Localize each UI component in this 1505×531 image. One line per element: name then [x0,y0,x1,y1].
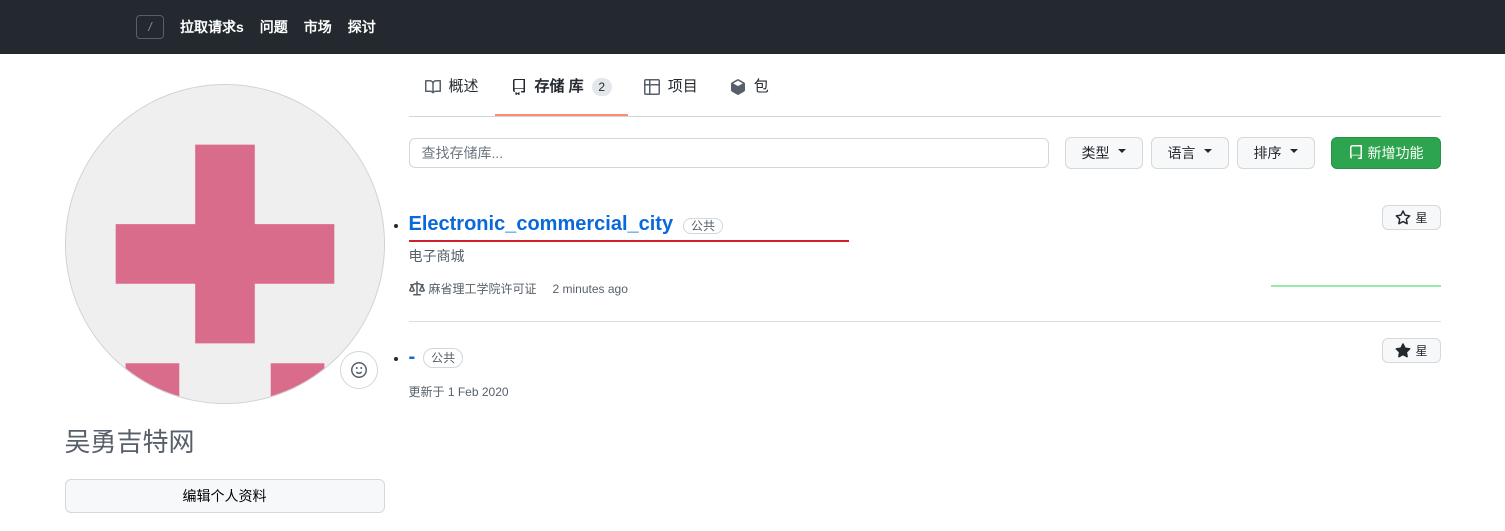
repo-meta: 更新于 1 Feb 2020 [409,383,1441,400]
tab-repositories-label: 存储 库 [535,72,584,102]
visibility-badge: 公共 [683,218,723,234]
slash-label: / [148,20,151,34]
repos-count: 2 [592,78,612,96]
type-filter-button[interactable]: 类型 [1065,137,1143,169]
smiley-icon [351,362,367,378]
visibility-badge: 公共 [423,348,463,368]
set-status-button[interactable] [340,351,378,389]
activity-sparkline [1271,257,1441,287]
avatar[interactable] [65,84,385,404]
repo-header: Electronic_commercial_city 公共 [409,213,1441,236]
tab-projects-label: 项目 [668,72,698,102]
new-button-label: 新增功能 [1368,143,1424,163]
language-filter-button[interactable]: 语言 [1151,137,1229,169]
repo-icon [511,79,527,95]
tab-overview[interactable]: 概述 [409,60,495,116]
profile-username: 吴勇吉特网 [65,422,385,459]
nav-issues[interactable]: 问题 [260,17,288,37]
search-input[interactable] [409,138,1049,168]
main-container: 吴勇吉特网 编辑个人资料 概述 存储 库 2 项目 包 [33,54,1473,513]
license-meta: 麻省理工学院许可证 [409,280,537,297]
star-button-wrap: 星 [1382,338,1440,363]
profile-sidebar: 吴勇吉特网 编辑个人资料 [65,54,385,513]
top-nav: 拉取请求s 问题 市场 探讨 [180,17,376,37]
repo-highlight-underline: Electronic_commercial_city 公共 [409,213,849,242]
repo-description: 电子商城 [409,246,1009,266]
star-label: 星 [1415,209,1427,226]
tab-packages[interactable]: 包 [714,60,785,116]
repo-header: - 公共 [409,346,1441,369]
star-button[interactable]: 星 [1382,338,1440,363]
profile-tabs: 概述 存储 库 2 项目 包 [409,60,1441,117]
tab-packages-label: 包 [754,72,769,102]
new-button[interactable]: 新增功能 [1331,137,1441,169]
nav-pulls[interactable]: 拉取请求s [180,17,244,37]
edit-profile-button[interactable]: 编辑个人资料 [65,479,385,513]
filter-row: 类型 语言 排序 新增功能 [409,137,1441,169]
law-icon [409,281,425,297]
star-icon [1395,343,1411,359]
nav-marketplace[interactable]: 市场 [304,17,332,37]
repo-name-link[interactable]: - [409,346,416,369]
tab-projects[interactable]: 项目 [628,60,714,116]
search-shortcut-indicator[interactable]: / [136,15,164,39]
updated-meta: 2 minutes ago [553,282,628,296]
package-icon [730,79,746,95]
topbar: / 拉取请求s 问题 市场 探讨 [0,0,1505,54]
star-button-wrap: 星 [1382,205,1440,230]
star-label: 星 [1415,342,1427,359]
table-icon [644,79,660,95]
license-text: 麻省理工学院许可证 [429,280,537,297]
star-icon [1395,210,1411,226]
filter-button-group: 类型 语言 排序 [1065,137,1315,169]
repo-item: Electronic_commercial_city 公共 电子商城 麻省理工学… [409,189,1441,322]
star-button[interactable]: 星 [1382,205,1440,230]
repo-icon [1348,145,1364,161]
main-content: 概述 存储 库 2 项目 包 类型 语言 排序 [409,54,1441,513]
sort-filter-button[interactable]: 排序 [1237,137,1315,169]
repo-list: Electronic_commercial_city 公共 电子商城 麻省理工学… [409,189,1441,424]
book-icon [425,79,441,95]
identicon-graphic [66,85,384,403]
repo-item: - 公共 更新于 1 Feb 2020 星 [409,322,1441,424]
tab-overview-label: 概述 [449,72,479,102]
tab-repositories[interactable]: 存储 库 2 [495,60,628,116]
repo-name-link[interactable]: Electronic_commercial_city [409,213,674,235]
updated-meta: 更新于 1 Feb 2020 [409,383,509,400]
nav-explore[interactable]: 探讨 [348,17,376,37]
avatar-wrap [65,84,385,404]
